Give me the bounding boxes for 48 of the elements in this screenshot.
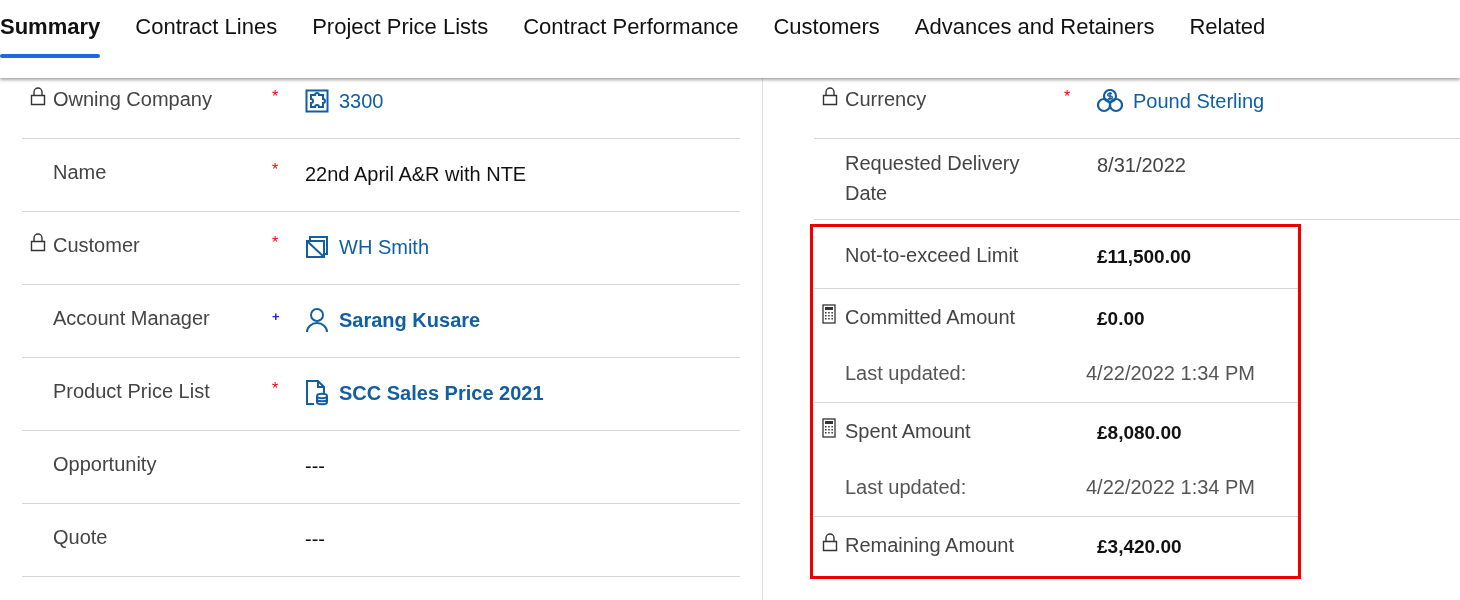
field-value: ---: [305, 454, 325, 479]
lookup-link[interactable]: SCC Sales Price 2021: [339, 378, 544, 408]
field-label: Quote: [53, 525, 109, 550]
note-value: 4/22/2022 1:34 PM: [1086, 475, 1256, 500]
tab[interactable]: Contract Performance: [523, 14, 739, 58]
field-label: Opportunity: [53, 452, 158, 477]
required-mark: *: [272, 234, 279, 251]
tab[interactable]: Advances and Retainers: [914, 14, 1155, 58]
field-value: 22nd April A&R with NTE: [305, 162, 527, 187]
required-mark: *: [272, 161, 279, 178]
currency-coins-icon: [1097, 89, 1123, 113]
lookup-link[interactable]: WH Smith: [339, 232, 429, 262]
field-label: Customer: [53, 233, 141, 258]
required-mark: *: [272, 88, 279, 105]
field-value: ---: [305, 527, 325, 552]
field-label: Requested Delivery Date: [845, 151, 1021, 206]
field-label: Remaining Amount: [845, 533, 1015, 558]
tab[interactable]: Summary: [0, 14, 101, 58]
field-value: £8,080.00: [1097, 421, 1182, 445]
field-label: Name: [53, 160, 108, 185]
field-label: Spent Amount: [845, 419, 972, 444]
required-mark: *: [1064, 88, 1071, 105]
person-icon: [305, 307, 329, 333]
field-label: Owning Company: [53, 87, 213, 112]
note-value: 4/22/2022 1:34 PM: [1086, 361, 1256, 386]
lookup-link[interactable]: Pound Sterling: [1133, 86, 1265, 116]
field-label: Product Price List: [53, 379, 211, 404]
stacked-squares-icon: [305, 235, 329, 259]
field-value: £3,420.00: [1097, 535, 1182, 559]
tab[interactable]: Customers: [773, 14, 880, 58]
tab[interactable]: Project Price Lists: [312, 14, 489, 58]
field-value: £0.00: [1097, 307, 1145, 331]
tab[interactable]: Related: [1189, 14, 1266, 58]
field-value: £11,500.00: [1097, 245, 1192, 269]
field-label: Committed Amount: [845, 305, 1017, 330]
field-value: 8/31/2022: [1097, 153, 1186, 178]
lookup-link[interactable]: 3300: [339, 86, 384, 116]
document-coins-icon: [305, 380, 329, 406]
lookup-link[interactable]: Sarang Kusare: [339, 305, 481, 335]
field-label: Currency: [845, 87, 928, 112]
field-label: Not-to-exceed Limit: [845, 243, 1020, 268]
tab[interactable]: Contract Lines: [135, 14, 278, 58]
recommended-mark: +: [272, 309, 280, 324]
note-label: Last updated:: [845, 361, 968, 386]
puzzle-icon: [305, 89, 329, 113]
note-label: Last updated:: [845, 475, 968, 500]
field-label: Account Manager: [53, 306, 211, 331]
required-mark: *: [272, 380, 279, 397]
